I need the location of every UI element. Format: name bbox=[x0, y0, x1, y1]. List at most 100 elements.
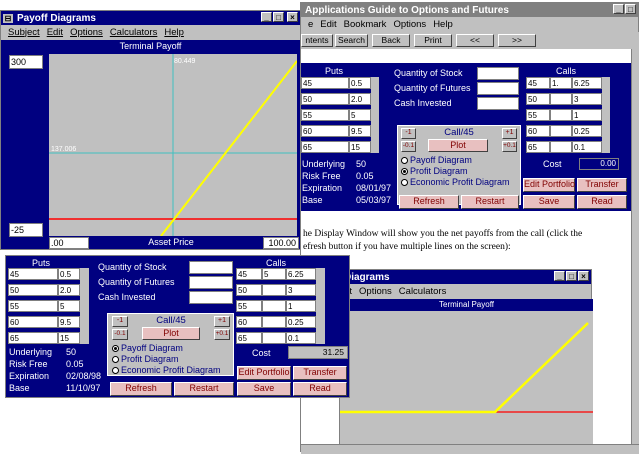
minimize-button[interactable]: _ bbox=[613, 4, 624, 14]
put-strike-cell[interactable]: 50 bbox=[301, 93, 349, 105]
radio-profit[interactable]: Profit Diagram bbox=[401, 166, 468, 176]
radio-econ[interactable]: Economic Profit Diagram bbox=[112, 365, 221, 375]
call-qty-cell[interactable] bbox=[550, 125, 572, 137]
call-qty-cell[interactable]: 5 bbox=[262, 268, 286, 280]
radio-profit[interactable]: Profit Diagram bbox=[112, 354, 179, 364]
put-strike-cell[interactable]: 60 bbox=[8, 316, 58, 328]
menu-edit[interactable]: Edit bbox=[320, 19, 336, 30]
browse-forward-button[interactable]: >> bbox=[498, 34, 536, 47]
menu-options[interactable]: Options bbox=[393, 19, 426, 30]
app-icon[interactable]: ⊟ bbox=[3, 13, 13, 23]
put-strike-cell[interactable]: 55 bbox=[8, 300, 58, 312]
maximize-button[interactable]: □ bbox=[273, 12, 284, 22]
call-qty-cell[interactable] bbox=[262, 332, 286, 344]
save-button[interactable]: Save bbox=[523, 195, 575, 209]
call-price-cell[interactable]: 6.25 bbox=[286, 268, 316, 280]
quantity-stock-input[interactable] bbox=[189, 261, 233, 274]
call-strike-cell[interactable]: 45 bbox=[526, 77, 550, 89]
call-qty-cell[interactable]: 1. bbox=[550, 77, 572, 89]
minus-one-button[interactable]: -1 bbox=[401, 128, 416, 139]
save-button[interactable]: Save bbox=[237, 382, 291, 396]
put-price-cell[interactable]: 15 bbox=[349, 141, 371, 153]
maximize-button[interactable]: □ bbox=[625, 4, 636, 14]
put-strike-cell[interactable]: 65 bbox=[8, 332, 58, 344]
call-price-cell[interactable]: 6.25 bbox=[572, 77, 602, 89]
y-min-input[interactable]: -25 bbox=[9, 223, 43, 237]
call-qty-cell[interactable] bbox=[262, 284, 286, 296]
refresh-button[interactable]: Refresh bbox=[399, 195, 459, 209]
menu-edit[interactable]: Edit bbox=[47, 27, 63, 38]
put-strike-cell[interactable]: 50 bbox=[8, 284, 58, 296]
calls-scrollbar[interactable] bbox=[602, 77, 610, 153]
call-strike-cell[interactable]: 65 bbox=[526, 141, 550, 153]
restart-button[interactable]: Restart bbox=[174, 382, 234, 396]
transfer-button[interactable]: Transfer bbox=[293, 366, 347, 380]
put-price-cell[interactable]: 5 bbox=[349, 109, 371, 121]
menu-options[interactable]: Options bbox=[70, 27, 103, 38]
read-button[interactable]: Read bbox=[293, 382, 347, 396]
transfer-button[interactable]: Transfer bbox=[577, 178, 627, 192]
call-strike-cell[interactable]: 60 bbox=[526, 125, 550, 137]
help-scrollbar[interactable] bbox=[631, 49, 639, 453]
call-strike-cell[interactable]: 50 bbox=[236, 284, 262, 296]
edit-portfolio-button[interactable]: Edit Portfolio bbox=[523, 178, 575, 192]
print-button[interactable]: Print bbox=[414, 34, 452, 47]
minus-tenth-button[interactable]: -0.1 bbox=[112, 329, 128, 340]
menu-subject[interactable]: Subject bbox=[8, 27, 40, 38]
put-strike-cell[interactable]: 45 bbox=[301, 77, 349, 89]
call-price-cell[interactable]: 0.1 bbox=[572, 141, 602, 153]
put-strike-cell[interactable]: 65 bbox=[301, 141, 349, 153]
puts-scrollbar[interactable] bbox=[80, 268, 89, 344]
quantity-futures-input[interactable] bbox=[477, 82, 519, 95]
put-price-cell[interactable]: 5 bbox=[58, 300, 80, 312]
puts-scrollbar[interactable] bbox=[371, 77, 379, 153]
put-strike-cell[interactable]: 45 bbox=[8, 268, 58, 280]
plus-tenth-button[interactable]: +0.1 bbox=[502, 141, 517, 152]
call-strike-cell[interactable]: 60 bbox=[236, 316, 262, 328]
put-price-cell[interactable]: 0.5 bbox=[349, 77, 371, 89]
call-qty-cell[interactable] bbox=[262, 316, 286, 328]
plus-one-button[interactable]: +1 bbox=[502, 128, 517, 139]
x-max-input[interactable]: 100.00 bbox=[263, 237, 299, 249]
put-price-cell[interactable]: 0.5 bbox=[58, 268, 80, 280]
call-strike-cell[interactable]: 55 bbox=[526, 109, 550, 121]
menu-file[interactable]: e bbox=[308, 19, 313, 30]
menu-calculators[interactable]: Calculators bbox=[110, 27, 158, 38]
call-price-cell[interactable]: 0.25 bbox=[572, 125, 602, 137]
call-strike-cell[interactable]: 55 bbox=[236, 300, 262, 312]
radio-payoff[interactable]: Payoff Diagram bbox=[401, 155, 472, 165]
call-qty-cell[interactable] bbox=[550, 93, 572, 105]
call-price-cell[interactable]: 3 bbox=[286, 284, 316, 296]
back-button[interactable]: Back bbox=[372, 34, 410, 47]
call-strike-cell[interactable]: 65 bbox=[236, 332, 262, 344]
radio-payoff[interactable]: Payoff Diagram bbox=[112, 343, 183, 353]
payoff-titlebar[interactable]: ⊟ Payoff Diagrams _ □ × bbox=[1, 11, 300, 25]
menu-bookmark[interactable]: Bookmark bbox=[344, 19, 387, 30]
radio-econ[interactable]: Economic Profit Diagram bbox=[401, 177, 510, 187]
x-min-input[interactable]: .00 bbox=[49, 237, 89, 249]
browse-back-button[interactable]: << bbox=[456, 34, 494, 47]
put-price-cell[interactable]: 9.5 bbox=[349, 125, 371, 137]
search-button[interactable]: Search bbox=[335, 34, 368, 47]
y-max-input[interactable]: 300 bbox=[9, 55, 43, 69]
put-strike-cell[interactable]: 55 bbox=[301, 109, 349, 121]
cash-invested-input[interactable] bbox=[189, 291, 233, 304]
plus-one-button[interactable]: +1 bbox=[214, 316, 230, 327]
edit-portfolio-button[interactable]: Edit Portfolio bbox=[237, 366, 291, 380]
plot-button[interactable]: Plot bbox=[428, 139, 488, 152]
put-price-cell[interactable]: 15 bbox=[58, 332, 80, 344]
call-price-cell[interactable]: 0.1 bbox=[286, 332, 316, 344]
quantity-futures-input[interactable] bbox=[189, 276, 233, 289]
put-price-cell[interactable]: 2.0 bbox=[58, 284, 80, 296]
restart-button[interactable]: Restart bbox=[461, 195, 519, 209]
menu-help[interactable]: Help bbox=[164, 27, 184, 38]
put-price-cell[interactable]: 9.5 bbox=[58, 316, 80, 328]
call-price-cell[interactable]: 1 bbox=[286, 300, 316, 312]
call-qty-cell[interactable] bbox=[550, 109, 572, 121]
call-qty-cell[interactable] bbox=[550, 141, 572, 153]
call-strike-cell[interactable]: 50 bbox=[526, 93, 550, 105]
plot-button[interactable]: Plot bbox=[142, 327, 200, 340]
minus-one-button[interactable]: -1 bbox=[112, 316, 128, 327]
read-button[interactable]: Read bbox=[577, 195, 627, 209]
call-strike-cell[interactable]: 45 bbox=[236, 268, 262, 280]
